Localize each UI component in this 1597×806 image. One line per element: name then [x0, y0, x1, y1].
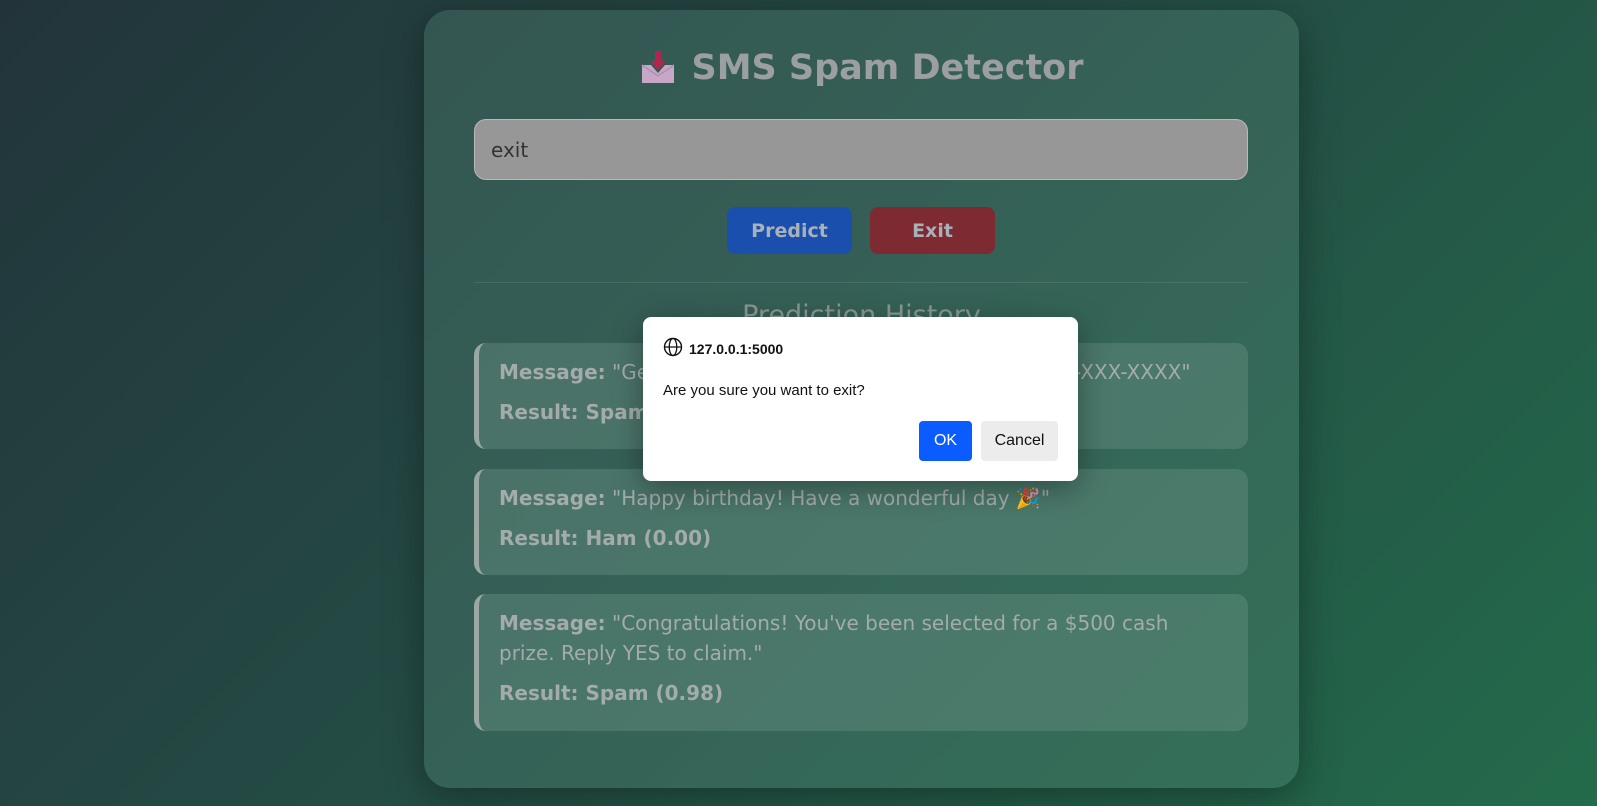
dialog-origin: 127.0.0.1:5000	[663, 337, 783, 360]
message-label: Message:	[499, 486, 606, 510]
ok-button[interactable]: OK	[919, 421, 972, 461]
dialog-origin-text: 127.0.0.1:5000	[689, 340, 784, 357]
message-input[interactable]	[474, 119, 1248, 180]
predict-button[interactable]: Predict	[727, 207, 852, 254]
app-title: SMS Spam Detector	[691, 48, 1084, 88]
history-item: Message: "Happy birthday! Have a wonderf…	[474, 469, 1248, 575]
message-text-end: -XXX-XXXX"	[1074, 360, 1191, 384]
message-label: Message:	[499, 360, 606, 384]
confirm-dialog: 127.0.0.1:5000 Are you sure you want to …	[643, 317, 1078, 481]
dialog-question: Are you sure you want to exit?	[663, 382, 865, 399]
page-title: SMS Spam Detector	[424, 48, 1299, 88]
cancel-button[interactable]: Cancel	[981, 421, 1058, 461]
result-text: Result: Ham (0.00)	[499, 526, 712, 550]
result-text: Result: Spam (0.98)	[499, 681, 724, 705]
history-item: Message: "Congratulations! You've been s…	[474, 594, 1248, 731]
inbox-tray-icon	[639, 49, 677, 87]
exit-button[interactable]: Exit	[870, 207, 995, 254]
globe-icon	[663, 337, 683, 360]
message-label: Message:	[499, 611, 606, 635]
message-text: "Happy birthday! Have a wonderful day 🎉"	[612, 486, 1051, 510]
divider	[474, 282, 1248, 283]
